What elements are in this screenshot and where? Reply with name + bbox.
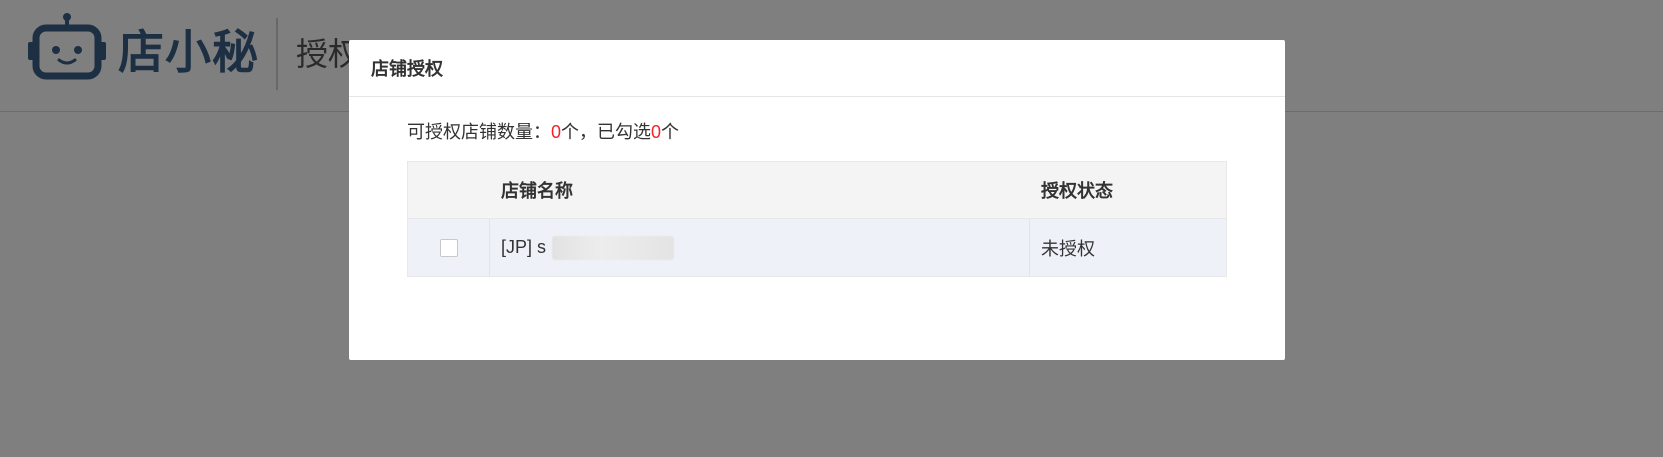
summary-prefix: 可授权店铺数量： [407,122,551,142]
column-header-shop-name: 店铺名称 [501,181,573,201]
table-header-row: 店铺名称 授权状态 [408,162,1226,219]
dialog-title: 店铺授权 [371,59,443,79]
selected-count: 0 [651,122,662,142]
shop-name-cell: [JP] s [490,219,1030,276]
summary-suffix: 个 [661,122,680,142]
auth-status-cell: 未授权 [1041,238,1095,259]
shop-auth-dialog: 店铺授权 可授权店铺数量：0个，已勾选0个 店铺名称 授权状态 [JP] s 未… [349,40,1285,360]
shop-table: 店铺名称 授权状态 [JP] s 未授权 [407,161,1227,277]
redacted-shop-name [552,235,675,260]
dialog-body: 可授权店铺数量：0个，已勾选0个 店铺名称 授权状态 [JP] s 未授权 [349,97,1285,277]
row-check-cell [408,219,490,276]
available-count: 0 [551,122,562,142]
row-checkbox[interactable] [439,238,458,257]
dialog-header: 店铺授权 [349,40,1285,97]
page: 店小秘 授权 店铺授权 可授权店铺数量：0个，已勾选0个 店铺名称 授权状态 [0,0,1663,457]
table-row[interactable]: [JP] s 未授权 [408,219,1226,276]
column-header-status: 授权状态 [1041,181,1113,201]
header-check-cell [408,162,490,218]
shop-name: [JP] s [501,237,547,257]
summary-middle: 个，已勾选 [561,122,652,142]
auth-summary: 可授权店铺数量：0个，已勾选0个 [407,119,1227,145]
